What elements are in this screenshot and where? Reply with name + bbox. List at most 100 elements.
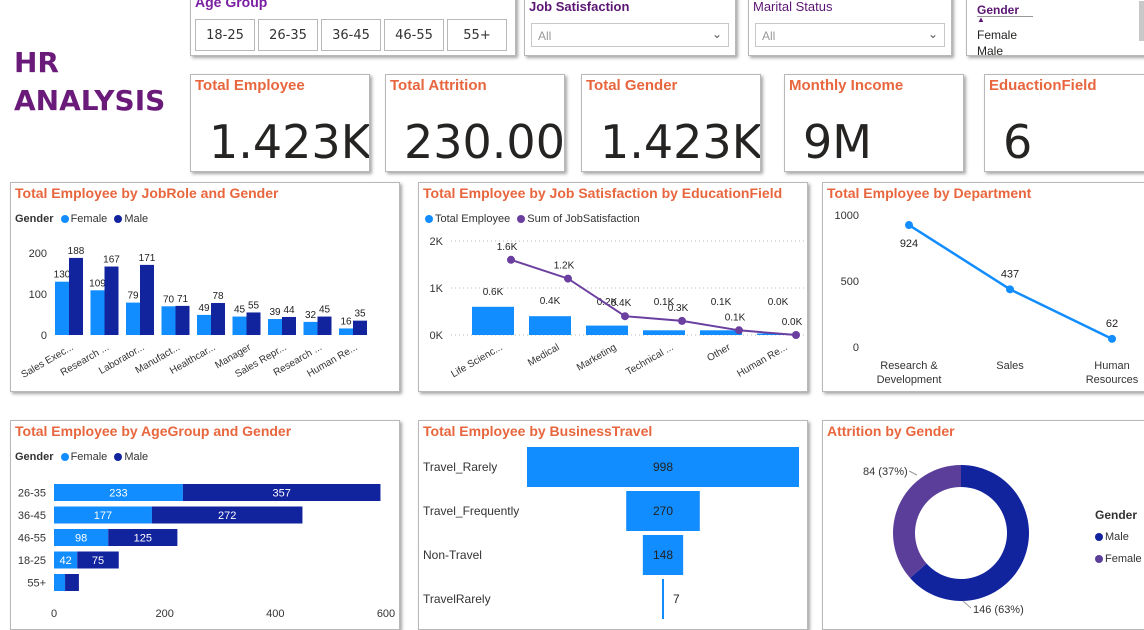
x-tick-label: Marketing [575, 342, 619, 373]
bar-female [126, 302, 140, 335]
data-label: 171 [139, 253, 156, 264]
travel-chart-svg: Travel_Rarely 998 Travel_Frequently 270 Non-… [423, 447, 799, 619]
bar-male [211, 303, 225, 335]
data-label: 924 [900, 238, 918, 250]
bar-data-label: 0.0K [768, 297, 789, 308]
data-label: 7 [673, 592, 680, 606]
line-data-label: 1.2K [554, 261, 575, 272]
chart-business-travel: Total Employee by BusinessTravel Travel_… [418, 420, 808, 630]
line-point [792, 331, 800, 339]
data-label: 357 [273, 488, 291, 500]
donut-slice-female [893, 465, 961, 579]
kpi-title: Total Gender [586, 77, 678, 94]
x-tick-label: 600 [377, 608, 395, 620]
line-point [564, 274, 572, 283]
data-label: 32 [305, 310, 317, 321]
data-label: 98 [75, 533, 87, 545]
marital-status-dropdown[interactable]: All ⌄ [755, 23, 945, 47]
job-satisfaction-dropdown[interactable]: All ⌄ [531, 23, 729, 47]
gender-option-male[interactable]: Male [977, 44, 1003, 55]
data-label: 45 [319, 305, 331, 316]
chevron-down-icon: ⌄ [711, 27, 722, 41]
y-tick-label: 1K [430, 283, 444, 295]
data-label: 233 [109, 488, 127, 500]
y-tick-label: 100 [29, 289, 47, 301]
bar-data-label: 0.4K [540, 296, 561, 307]
bar-male [246, 312, 261, 335]
data-label: 16 [340, 316, 352, 327]
y-tick-label: 46-55 [18, 533, 46, 545]
line-data-label: 0.4K [611, 298, 632, 309]
age-btn-26-35[interactable]: 26-35 [258, 19, 318, 51]
y-tick-label: 200 [29, 248, 47, 260]
bar-total-employee [586, 325, 628, 335]
dept-chart-svg: 0 500 1000 924 437 62 Research & Development Sal… [835, 210, 1139, 386]
line-data-label: 0.0K [782, 317, 803, 328]
kpi-value: 9M [803, 115, 872, 169]
bar-male [175, 305, 190, 335]
kpi-title: Monthly Income [789, 77, 904, 94]
line-data-label: 1.6K [497, 242, 518, 253]
age-group-slicer: Age Group 18-25 26-35 36-45 46-55 55+ [190, 0, 516, 56]
x-tick-label: Development [877, 374, 942, 386]
bar-female [54, 574, 66, 591]
chevron-down-icon: ⌄ [927, 27, 938, 41]
kpi-card-total-attrition: Total Attrition 230.00 [385, 74, 565, 172]
leader-line [908, 470, 918, 476]
data-label: 188 [68, 246, 85, 257]
job-satisfaction-slicer: Job Satisfaction All ⌄ [524, 0, 736, 56]
age-btn-55-plus[interactable]: 55+ [447, 19, 507, 51]
line-data-label: 0.1K [725, 312, 746, 323]
y-tick-label: 500 [841, 276, 859, 288]
data-label: 130 [54, 270, 71, 281]
x-tick-label: Life Scienc... [449, 342, 504, 380]
bar-female [161, 306, 176, 335]
slice-label-male: 146 (63%) [973, 604, 1024, 616]
bar-male [65, 574, 79, 591]
line-point [735, 326, 743, 335]
x-tick-label: Other [705, 342, 733, 364]
line-point [1006, 285, 1014, 294]
chart-attrition-gender: Attrition by Gender Gender Male Female 1… [822, 420, 1144, 630]
gender-option-female[interactable]: Female [977, 28, 1017, 42]
data-label: 177 [94, 510, 112, 522]
data-label: 272 [218, 510, 236, 522]
bar-total-employee [472, 306, 514, 335]
marital-status-value: All [762, 29, 776, 43]
data-label: 55 [248, 300, 260, 311]
x-tick-label: Human Re... [735, 342, 789, 380]
data-label: 437 [1001, 268, 1019, 280]
data-label: 39 [269, 307, 281, 318]
bar-data-label: 0.1K [711, 297, 732, 308]
data-label: 125 [134, 533, 152, 545]
data-label: 167 [103, 255, 120, 266]
page-title: HR ANALYSIS [14, 46, 166, 117]
data-label: 998 [653, 460, 673, 474]
line-point [507, 255, 515, 264]
job-satisfaction-title: Job Satisfaction [529, 0, 630, 14]
x-tick-label: 0 [51, 608, 57, 620]
marital-status-slicer: Marital Status All ⌄ [748, 0, 952, 56]
y-tick-label: 55+ [27, 578, 46, 590]
age-btn-46-55[interactable]: 46-55 [384, 19, 444, 51]
data-label: 78 [212, 291, 224, 302]
kpi-value: 1.423K [209, 115, 370, 169]
line-point [1108, 334, 1116, 343]
age-btn-36-45[interactable]: 36-45 [321, 19, 381, 51]
category-label: TravelRarely [423, 592, 491, 606]
bar-female [339, 328, 353, 335]
scrollbar[interactable] [1139, 1, 1144, 41]
data-label: 270 [653, 504, 673, 518]
jobsat-chart-svg: 0K1K2K0.6KLife Scienc...0.4KMedical0.2KM… [430, 236, 804, 380]
bar-total-employee [643, 330, 685, 335]
x-tick-label: Medical [526, 342, 561, 369]
chart-department: Total Employee by Department 0 500 1000 924… [822, 182, 1144, 392]
sort-caret-icon: ▲ [977, 16, 1033, 24]
y-tick-label: 0K [430, 330, 444, 342]
kpi-value: 1.423K [600, 115, 761, 169]
age-btn-18-25[interactable]: 18-25 [195, 19, 255, 51]
job-satisfaction-value: All [538, 29, 552, 43]
y-tick-label: 18-25 [18, 555, 46, 567]
x-tick-label: Sales [996, 360, 1024, 372]
kpi-title: EduactionField [989, 77, 1097, 94]
